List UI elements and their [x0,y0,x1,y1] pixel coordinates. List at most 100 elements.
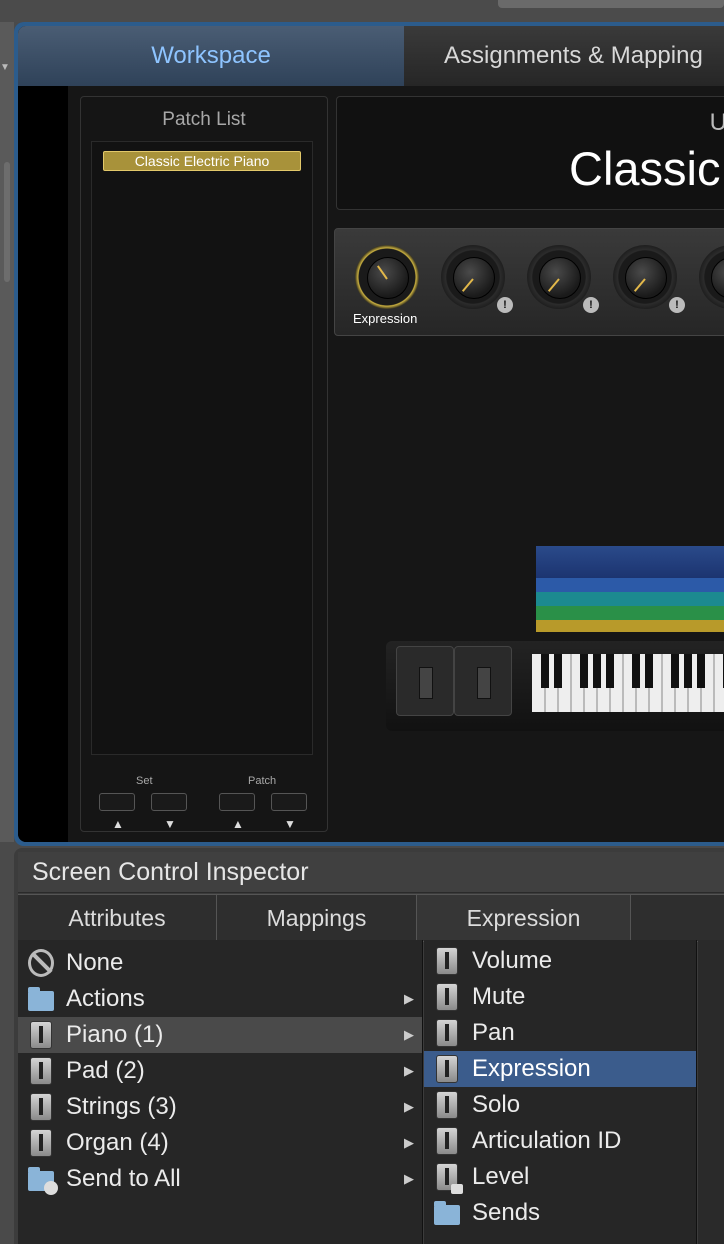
list-item[interactable]: Send to All ▶ [18,1161,422,1197]
workspace-window: Workspace Assignments & Mapping Patch Li… [14,22,724,846]
list-item-label: Solo [472,1091,521,1118]
patch-header: Ur Classic [336,96,724,210]
screen-control-knob[interactable]: ! [527,245,599,313]
list-item[interactable]: Sends [424,1195,696,1231]
list-item[interactable]: Pad (2) ▶ [18,1053,422,1089]
list-item[interactable]: Mute [424,979,696,1015]
left-scrollbar[interactable] [4,162,10,282]
fader-icon [434,1127,460,1155]
folder-icon [28,986,54,1012]
list-item[interactable]: None [18,945,422,981]
folder-icon [434,1200,460,1226]
chevron-right-icon: ▶ [404,1063,414,1078]
tab-expression[interactable]: Expression [417,895,631,941]
list-item-label: None [66,949,124,976]
list-item[interactable]: Actions ▶ [18,981,422,1017]
workspace-inner: Workspace Assignments & Mapping Patch Li… [18,26,724,842]
list-item-label: Actions [66,985,145,1012]
list-item-label: Pan [472,1019,515,1046]
list-item[interactable]: Volume [424,943,696,979]
expression-knob[interactable] [355,245,419,309]
patch-header-subtitle: Ur [709,109,724,136]
instrument-layer-lightblue [536,578,724,592]
chevron-right-icon: ▶ [404,1027,414,1042]
instrument-layer-yellow [536,620,724,632]
list-item-label: Organ (4) [66,1129,169,1156]
patch-up-button[interactable] [219,793,255,811]
chevron-right-icon: ▶ [404,1171,414,1186]
list-item[interactable]: Articulation ID [424,1123,696,1159]
top-strip [0,0,724,22]
patch-label: Patch [248,775,277,787]
chevron-right-icon: ▶ [404,1099,414,1114]
expression-knob-label: Expression [353,311,418,326]
modulation-wheel[interactable] [454,646,512,716]
list-item-label: Send to All [66,1165,181,1192]
fader-icon [434,1091,460,1119]
list-item[interactable]: Piano (1) ▶ [18,1017,422,1053]
fader-icon [28,1093,54,1121]
chevron-right-icon: ▶ [404,1135,414,1150]
tab-mappings[interactable]: Mappings [217,895,417,941]
triangle-down-icon: ▼ [284,817,296,831]
send-folder-icon [28,1166,58,1195]
inspector-title: Screen Control Inspector [18,852,724,893]
list-item[interactable]: Strings (3) ▶ [18,1089,422,1125]
instrument-layer-teal [536,592,724,606]
chevron-down-icon[interactable]: ▼ [0,62,10,73]
tab-attributes[interactable]: Attributes [18,895,217,941]
list-item-label: Sends [472,1199,541,1226]
list-item-label: Strings (3) [66,1093,177,1120]
mapping-column-next [698,940,724,1244]
screen-control-knob[interactable]: ! [441,245,513,313]
warning-icon: ! [497,297,513,313]
fader-icon [434,983,460,1011]
screen-control-knob[interactable] [699,245,724,309]
piano-keys[interactable] [532,654,724,712]
patch-list-item[interactable]: Classic Electric Piano [103,151,301,171]
list-item[interactable]: Expression [424,1051,696,1087]
list-item-label: Volume [472,947,553,974]
list-item[interactable]: Solo [424,1087,696,1123]
screen-control-knob[interactable]: ! [613,245,685,313]
fader-icon [28,1021,54,1049]
list-item-label: Articulation ID [472,1127,622,1154]
patch-list-panel: Patch List Classic Electric Piano Set Pa… [80,96,328,832]
patch-down-button[interactable] [271,793,307,811]
set-down-button[interactable] [151,793,187,811]
patch-name: Classic [569,142,721,195]
patch-list-area[interactable] [91,141,313,755]
mapping-column-right: Volume Mute Pan Expression Solo Articulation … [424,940,697,1244]
fader-icon [28,1057,54,1085]
inspector-tabbar: Attributes Mappings Expression [18,894,724,942]
tab-assignments-mapping[interactable]: Assignments & Mapping [404,26,724,86]
set-up-button[interactable] [99,793,135,811]
list-item-label: Level [472,1163,530,1190]
top-toolbar-button[interactable] [498,0,724,8]
fader-icon [28,1129,54,1157]
list-item[interactable]: Organ (4) ▶ [18,1125,422,1161]
workspace-tabbar: Workspace Assignments & Mapping [18,26,724,87]
warning-icon: ! [583,297,599,313]
locked-fader-icon [434,1163,463,1194]
screen-controls-row: ! ! ! Expression [334,228,724,336]
list-item-label: Mute [472,983,526,1010]
chevron-right-icon: ▶ [404,991,414,1006]
instrument-layer-green [536,606,724,620]
tab-workspace[interactable]: Workspace [18,26,405,86]
list-item-label: Pad (2) [66,1057,145,1084]
warning-icon: ! [669,297,685,313]
pitch-bend-wheel[interactable] [396,646,454,716]
mapping-column-left: None Actions ▶ Piano (1) ▶ Pad (2) ▶ Strings (3… [18,940,423,1244]
fader-icon [434,947,460,975]
none-icon [28,949,54,977]
list-item[interactable]: Pan [424,1015,696,1051]
triangle-up-icon: ▲ [232,817,244,831]
list-item[interactable]: Level [424,1159,696,1195]
workspace-stage: Patch List Classic Electric Piano Set Pa… [18,86,724,842]
instrument-layer-blue [536,546,724,578]
fader-icon [434,1055,460,1083]
fader-icon [434,1019,460,1047]
triangle-up-icon: ▲ [112,817,124,831]
list-item-label: Expression [472,1055,591,1082]
